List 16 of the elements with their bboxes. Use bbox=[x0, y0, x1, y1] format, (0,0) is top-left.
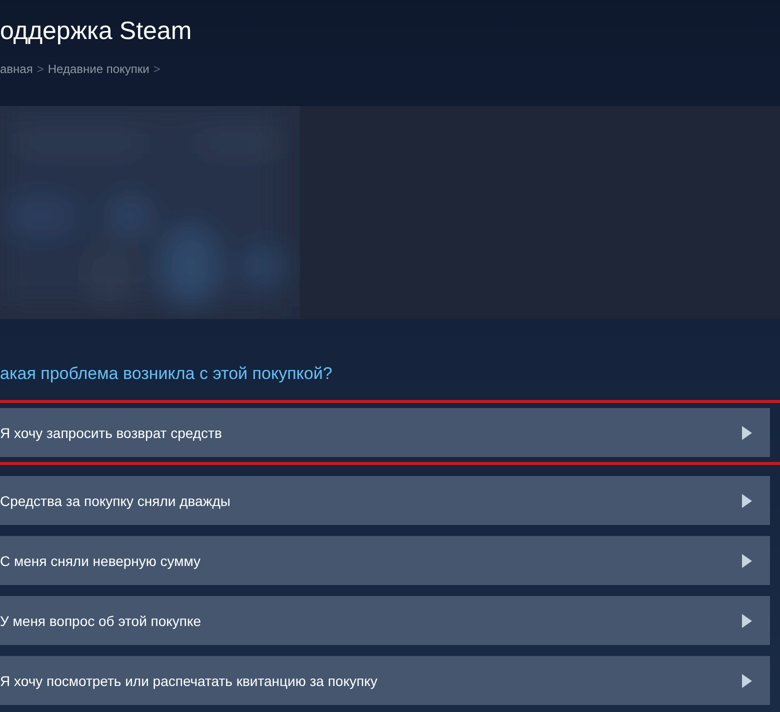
question-heading: акая проблема возникла с этой покупкой? bbox=[0, 364, 334, 384]
play-arrow-icon bbox=[742, 494, 752, 508]
breadcrumb-separator: > bbox=[36, 62, 44, 76]
play-arrow-icon bbox=[742, 674, 752, 688]
option-button[interactable]: Я хочу посмотреть или распечатать квитанцию за покупку bbox=[0, 656, 770, 705]
page-title: оддержка Steam bbox=[0, 16, 193, 46]
play-arrow-icon bbox=[742, 614, 752, 628]
breadcrumb-link[interactable]: авная bbox=[0, 62, 33, 76]
option-button[interactable]: С меня сняли неверную сумму bbox=[0, 536, 770, 585]
breadcrumb-link[interactable]: Недавние покупки bbox=[48, 62, 150, 76]
breadcrumb-separator: > bbox=[153, 62, 160, 76]
option-button[interactable]: У меня вопрос об этой покупке bbox=[0, 596, 770, 645]
option-button[interactable]: Я хочу запросить возврат средств bbox=[0, 408, 770, 457]
play-arrow-icon bbox=[742, 426, 752, 440]
play-arrow-icon bbox=[742, 554, 752, 568]
option-button[interactable]: Средства за покупку сняли дважды bbox=[0, 476, 770, 525]
